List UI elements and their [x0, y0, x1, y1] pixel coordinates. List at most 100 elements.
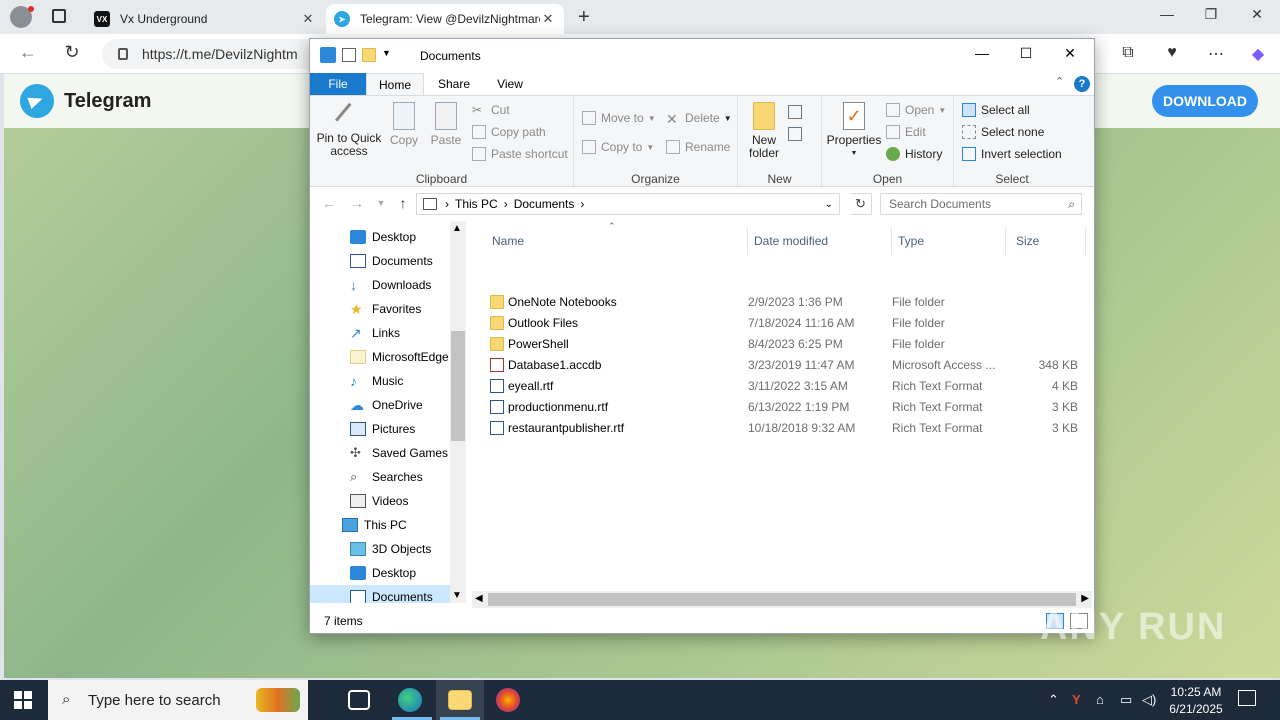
restore-browser-icon[interactable]: ❐	[1196, 6, 1226, 23]
move-to-button[interactable]: Move to ▼	[582, 108, 656, 128]
maximize-explorer-icon[interactable]: ☐	[1006, 45, 1046, 67]
nav-item-desktop[interactable]: Desktop	[310, 225, 450, 249]
tab-share[interactable]: Share	[426, 73, 482, 95]
properties-quick-icon[interactable]	[342, 48, 356, 62]
clock-time[interactable]: 10:25 AM	[1164, 685, 1228, 699]
new-folder-button[interactable]: New folder	[744, 102, 784, 160]
download-button[interactable]: DOWNLOAD	[1152, 85, 1258, 117]
copy-button[interactable]: Copy	[388, 102, 420, 147]
new-item-button[interactable]	[788, 102, 807, 122]
file-explorer-icon[interactable]	[448, 690, 472, 710]
file-row[interactable]: PowerShell 8/4/2023 6:25 PM File folder	[486, 334, 1086, 355]
nav-item-documents-pc[interactable]: Documents	[310, 585, 450, 603]
column-header-name[interactable]: Name	[486, 227, 748, 255]
nav-item-documents[interactable]: Documents	[310, 249, 450, 273]
more-menu-icon[interactable]: ⋯	[1206, 44, 1226, 64]
file-row[interactable]: Outlook Files 7/18/2024 11:16 AM File fo…	[486, 313, 1086, 334]
notification-center-icon[interactable]	[1238, 690, 1256, 706]
show-hidden-icons[interactable]: ⌃	[1048, 692, 1059, 708]
copy-to-button[interactable]: Copy to ▼	[582, 137, 654, 157]
close-tab-icon[interactable]: ✕	[300, 11, 316, 27]
navigation-scroll-thumb[interactable]	[451, 331, 465, 441]
column-header-size[interactable]: Size	[1010, 227, 1086, 255]
forward-arrow-icon[interactable]: →	[348, 195, 366, 211]
cut-button[interactable]: ✂ Cut	[472, 100, 510, 120]
scroll-up-icon[interactable]: ▲	[452, 223, 462, 234]
navigation-scrollbar[interactable]: ▲ ▼	[450, 221, 466, 603]
edit-button[interactable]: Edit	[886, 122, 926, 142]
pin-to-quick-access-button[interactable]: Pin to Quick access	[314, 102, 384, 158]
explorer-address-box[interactable]: › This PC › Documents › ⌄	[416, 193, 840, 215]
select-none-button[interactable]: Select none	[962, 122, 1044, 142]
refresh-icon[interactable]: ↻	[850, 193, 872, 215]
telegram-logo-icon[interactable]	[20, 84, 54, 118]
nav-item-saved-games[interactable]: ✣ Saved Games	[310, 441, 450, 465]
nav-item-links[interactable]: ↗ Links	[310, 321, 450, 345]
nav-item-desktop-pc[interactable]: Desktop	[310, 561, 450, 585]
up-arrow-icon[interactable]: ↑	[394, 195, 412, 211]
file-row[interactable]: Database1.accdb 3/23/2019 11:47 AM Micro…	[486, 355, 1086, 376]
network-icon[interactable]: ▭	[1120, 692, 1132, 708]
clock-date[interactable]: 6/21/2025	[1160, 702, 1232, 716]
tab-home[interactable]: Home	[366, 73, 424, 95]
device-tray-icon[interactable]: ⌂	[1096, 692, 1104, 707]
close-explorer-icon[interactable]: ✕	[1050, 45, 1090, 67]
nav-item-this-pc[interactable]: This PC	[310, 513, 450, 537]
browser-tab-telegram[interactable]: ➤ Telegram: View @DevilzNightmare ✕	[326, 4, 564, 34]
nav-item-3d-objects[interactable]: 3D Objects	[310, 537, 450, 561]
recent-locations-icon[interactable]: ▼	[372, 198, 390, 208]
delete-button[interactable]: ✕ Delete ▼	[666, 108, 732, 128]
volume-icon[interactable]: ◁)	[1142, 692, 1156, 708]
new-tab-icon[interactable]: +	[578, 6, 590, 29]
browser-essentials-icon[interactable]: ♥	[1162, 44, 1182, 64]
file-row[interactable]: restaurantpublisher.rtf 10/18/2018 9:32 …	[486, 418, 1086, 439]
nav-item-pictures[interactable]: Pictures	[310, 417, 450, 441]
telegram-brand-name[interactable]: Telegram	[64, 90, 151, 113]
collections-icon[interactable]: ⧉	[1118, 44, 1138, 64]
rename-button[interactable]: Rename	[666, 137, 730, 157]
collapse-ribbon-icon[interactable]: ⌃	[1055, 75, 1064, 88]
help-icon[interactable]: ?	[1074, 76, 1090, 92]
invert-selection-button[interactable]: Invert selection	[962, 144, 1062, 164]
file-row[interactable]: productionmenu.rtf 6/13/2022 1:19 PM Ric…	[486, 397, 1086, 418]
breadcrumb-this-pc[interactable]: This PC	[455, 197, 498, 211]
column-header-date-modified[interactable]: Date modified	[748, 227, 892, 255]
nav-item-downloads[interactable]: ↓ Downloads	[310, 273, 450, 297]
firefox-icon[interactable]	[496, 688, 520, 712]
copy-path-button[interactable]: Copy path	[472, 122, 546, 142]
nav-item-videos[interactable]: Videos	[310, 489, 450, 513]
open-button[interactable]: Open ▼	[886, 100, 946, 120]
tab-actions-icon[interactable]	[52, 9, 66, 23]
easy-access-button[interactable]	[788, 124, 807, 144]
minimize-browser-icon[interactable]: —	[1152, 6, 1182, 22]
history-button[interactable]: History	[886, 144, 942, 164]
taskbar-search-box[interactable]: ⌕ Type here to search	[48, 680, 308, 720]
close-browser-icon[interactable]: ✕	[1242, 6, 1272, 23]
scroll-left-icon[interactable]: ◀	[475, 593, 483, 604]
nav-item-music[interactable]: ♪ Music	[310, 369, 450, 393]
browser-tab-vx-underground[interactable]: VX Vx Underground ✕	[86, 4, 324, 34]
address-bar[interactable]: https://t.me/DevilzNightm	[102, 39, 342, 69]
nav-item-onedrive[interactable]: ☁ OneDrive	[310, 393, 450, 417]
address-dropdown-icon[interactable]: ⌄	[825, 199, 833, 210]
horizontal-scrollbar[interactable]: ◀ ▶	[472, 591, 1092, 608]
scroll-down-icon[interactable]: ▼	[452, 590, 462, 601]
reload-icon[interactable]: ↻	[60, 42, 84, 63]
close-tab-icon[interactable]: ✕	[540, 11, 556, 27]
copilot-icon[interactable]: ◆	[1248, 44, 1268, 64]
search-documents-input[interactable]: Search Documents ⌕	[880, 193, 1082, 215]
back-arrow-icon[interactable]: ←	[320, 195, 338, 211]
properties-button[interactable]: ✓ Properties ▼	[826, 102, 882, 160]
nav-item-favorites[interactable]: ★ Favorites	[310, 297, 450, 321]
file-row[interactable]: eyeall.rtf 3/11/2022 3:15 AM Rich Text F…	[486, 376, 1086, 397]
new-folder-quick-icon[interactable]	[362, 48, 376, 62]
windows-start-icon[interactable]	[14, 691, 32, 709]
nav-item-microsoftedge[interactable]: MicrosoftEdge	[310, 345, 450, 369]
antivirus-tray-icon[interactable]: Y	[1072, 692, 1081, 707]
paste-button[interactable]: Paste	[428, 102, 464, 147]
file-row[interactable]: OneNote Notebooks 2/9/2023 1:36 PM File …	[486, 292, 1086, 313]
breadcrumb-documents[interactable]: Documents	[514, 197, 575, 211]
tab-file[interactable]: File	[310, 73, 366, 95]
scroll-right-icon[interactable]: ▶	[1081, 593, 1089, 604]
tab-view[interactable]: View	[484, 73, 536, 95]
